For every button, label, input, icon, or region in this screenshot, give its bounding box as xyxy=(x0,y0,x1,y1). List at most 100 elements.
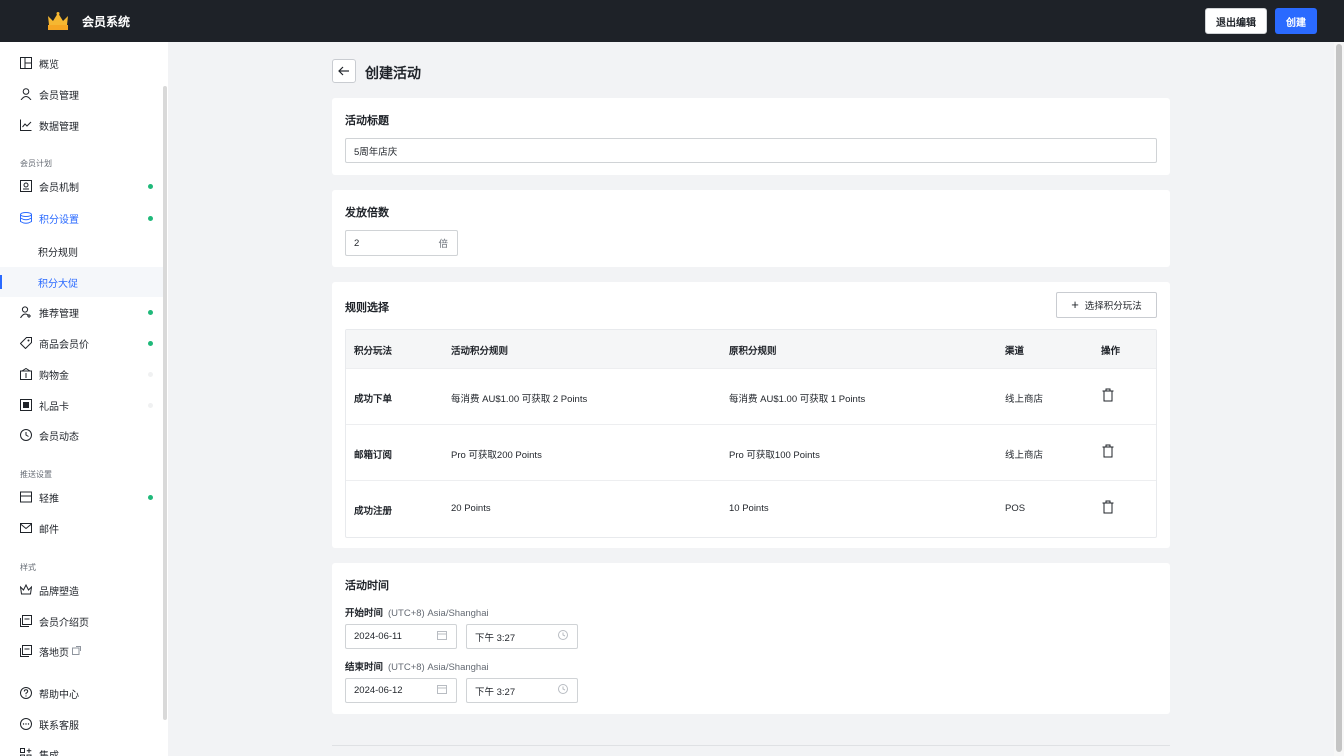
sidebar-item-points-rules[interactable]: 积分规则 xyxy=(0,236,163,266)
mail-icon xyxy=(20,522,32,534)
sidebar-item-label: 积分规则 xyxy=(38,247,78,259)
delete-icon[interactable] xyxy=(1101,444,1115,458)
cell-channel: POS xyxy=(1005,503,1026,514)
delete-icon[interactable] xyxy=(1101,500,1115,514)
sidebar-scrollbar[interactable] xyxy=(163,86,167,720)
clock-icon xyxy=(558,684,568,697)
cell-channel: 线上商店 xyxy=(1005,394,1044,405)
gift-card-icon xyxy=(20,399,32,411)
sidebar: 概览 会员管理 数据管理 会员计划 会员机制 积分设置 积分规则 积分大促 推荐… xyxy=(0,42,168,756)
status-dot xyxy=(148,309,153,315)
sidebar-item-label: 轻推 xyxy=(39,493,59,505)
back-button[interactable] xyxy=(332,59,356,83)
sidebar-item-label: 概览 xyxy=(39,59,59,71)
time-card: 活动时间 开始时间 (UTC+8) Asia/Shanghai 2024-06-1… xyxy=(332,563,1170,714)
sidebar-item-label: 联系客服 xyxy=(39,720,79,732)
table-row: 成功下单 每消费 AU$1.00 可获取 2 Points 每消费 AU$1.0… xyxy=(346,368,1156,424)
sidebar-item-label: 会员介绍页 xyxy=(39,617,89,629)
sidebar-item-member-activity[interactable]: 会员动态 xyxy=(0,420,163,450)
sidebar-item-support[interactable]: 联系客服 xyxy=(0,709,163,739)
sidebar-item-gift-card[interactable]: 礼品卡 xyxy=(0,390,163,420)
sidebar-item-label: 品牌塑造 xyxy=(39,586,79,598)
sidebar-item-branding[interactable]: 品牌塑造 xyxy=(0,575,163,605)
arrow-left-icon xyxy=(338,66,349,76)
create-button[interactable]: 创建 xyxy=(1275,8,1317,34)
page-icon xyxy=(20,615,32,627)
main-scrollbar[interactable] xyxy=(1334,42,1344,756)
sidebar-item-label: 邮件 xyxy=(39,524,59,536)
cell-type: 邮箱订阅 xyxy=(354,450,393,461)
start-time-picker[interactable]: 下午 3:27 xyxy=(466,624,578,649)
page-icon xyxy=(20,645,32,657)
start-date-picker[interactable]: 2024-06-11 xyxy=(345,624,457,649)
start-time-label: 开始时间 xyxy=(345,608,384,619)
status-dot xyxy=(148,183,153,189)
active-indicator xyxy=(0,275,2,289)
exit-edit-button[interactable]: 退出编辑 xyxy=(1205,8,1267,34)
calendar-icon xyxy=(437,684,447,697)
start-time-value: 下午 3:27 xyxy=(475,632,516,644)
sidebar-item-points-settings[interactable]: 积分设置 xyxy=(0,203,163,233)
delete-icon[interactable] xyxy=(1101,388,1115,402)
title-label: 活动标题 xyxy=(345,115,389,127)
end-date-picker[interactable]: 2024-06-12 xyxy=(345,678,457,703)
sidebar-item-nudge[interactable]: 轻推 xyxy=(0,482,163,512)
sidebar-item-label: 购物金 xyxy=(39,370,69,382)
sidebar-item-label: 会员动态 xyxy=(39,431,79,443)
add-points-rule-label: 选择积分玩法 xyxy=(1084,301,1142,312)
tag-icon xyxy=(19,337,32,350)
start-time-row: 开始时间 (UTC+8) Asia/Shanghai xyxy=(345,605,489,619)
column-header: 操作 xyxy=(1101,346,1121,357)
sidebar-item-label: 商品会员价 xyxy=(39,339,89,351)
sidebar-item-member-intro[interactable]: 会员介绍页 xyxy=(0,606,163,636)
id-card-icon xyxy=(20,180,32,192)
multiplier-input[interactable]: 2 倍 xyxy=(345,230,458,256)
sidebar-item-members[interactable]: 会员管理 xyxy=(0,79,163,109)
end-time-row: 结束时间 (UTC+8) Asia/Shanghai xyxy=(345,659,489,673)
sidebar-item-referral[interactable]: 推荐管理 xyxy=(0,297,163,327)
sidebar-item-member-price[interactable]: 商品会员价 xyxy=(0,328,163,358)
sidebar-item-label: 落地页 xyxy=(39,647,69,659)
sidebar-group-style: 样式 xyxy=(20,563,36,572)
sidebar-item-label: 积分大促 xyxy=(38,278,78,290)
multiplier-label: 发放倍数 xyxy=(345,207,389,219)
sidebar-item-points-promo[interactable]: 积分大促 xyxy=(0,267,163,297)
sidebar-group-push: 推送设置 xyxy=(20,470,52,479)
cell-original-rule: 10 Points xyxy=(729,503,769,514)
app-title: 会员系统 xyxy=(82,15,131,29)
column-header: 渠道 xyxy=(1005,346,1025,357)
sidebar-item-landing-page[interactable]: 落地页 xyxy=(0,636,163,666)
sidebar-item-label: 数据管理 xyxy=(39,121,79,133)
push-icon xyxy=(20,491,32,503)
user-add-icon xyxy=(20,306,32,319)
sidebar-item-overview[interactable]: 概览 xyxy=(0,48,163,78)
end-time-picker[interactable]: 下午 3:27 xyxy=(466,678,578,703)
table-header: 积分玩法 活动积分规则 原积分规则 渠道 操作 xyxy=(346,330,1156,368)
sidebar-item-label: 帮助中心 xyxy=(39,689,79,701)
add-points-rule-button[interactable]: + 选择积分玩法 xyxy=(1056,292,1157,318)
sidebar-item-email[interactable]: 邮件 xyxy=(0,513,163,543)
sidebar-item-help[interactable]: 帮助中心 xyxy=(0,678,163,708)
sidebar-item-shopping-credit[interactable]: 购物金 xyxy=(0,359,163,389)
multiplier-suffix: 倍 xyxy=(438,239,448,250)
title-input[interactable]: 5周年店庆 xyxy=(345,138,1157,163)
sidebar-item-integration[interactable]: 集成 xyxy=(0,739,163,756)
sidebar-item-membership[interactable]: 会员机制 xyxy=(0,171,163,201)
help-icon xyxy=(20,687,32,699)
plus-icon: + xyxy=(1071,297,1079,312)
cell-activity-rule: Pro 可获取200 Points xyxy=(451,450,542,461)
sidebar-item-label: 推荐管理 xyxy=(39,308,79,320)
end-time-label: 结束时间 xyxy=(345,662,384,673)
main-scrollbar-thumb[interactable] xyxy=(1336,44,1342,752)
top-bar: 会员系统 退出编辑 创建 xyxy=(0,0,1344,42)
status-dot xyxy=(148,371,153,377)
status-dot xyxy=(148,215,153,221)
user-icon xyxy=(20,88,32,101)
sidebar-item-data[interactable]: 数据管理 xyxy=(0,110,163,140)
cell-original-rule: 每消费 AU$1.00 可获取 1 Points xyxy=(729,394,866,405)
sidebar-item-label: 集成 xyxy=(39,750,59,756)
title-card: 活动标题 5周年店庆 xyxy=(332,98,1170,175)
database-icon xyxy=(20,212,32,224)
wallet-icon xyxy=(20,367,32,380)
end-time-value: 下午 3:27 xyxy=(475,686,516,698)
